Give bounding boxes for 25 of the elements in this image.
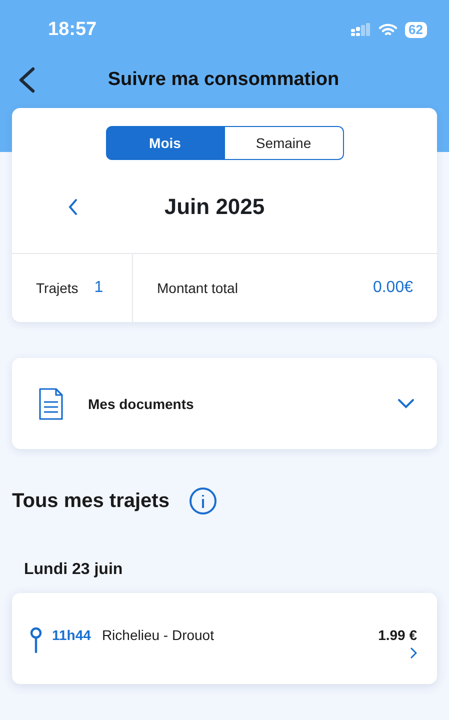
- page-title: Suivre ma consommation: [106, 69, 340, 91]
- trips-count: 1: [94, 279, 104, 297]
- total-amount: 0.00€: [372, 279, 413, 297]
- trip-price: 1.99 €: [378, 627, 417, 643]
- period-tab[interactable]: Semaine: [224, 126, 344, 160]
- previous-month-button[interactable]: [68, 198, 78, 216]
- month-label: Juin 2025: [163, 194, 266, 220]
- trip-time: 11h44: [52, 627, 91, 643]
- day-label: Lundi 23 juin: [24, 561, 124, 580]
- section-title: Tous mes trajets: [12, 490, 170, 512]
- period-tab[interactable]: Mois: [106, 126, 224, 160]
- status-time: 18:57: [48, 19, 97, 41]
- document-icon: [38, 388, 64, 420]
- trip-route: Richelieu - Drouot: [102, 627, 215, 643]
- total-label: Montant total: [157, 280, 238, 296]
- signal-icon: [350, 23, 371, 37]
- wifi-icon: [378, 23, 397, 37]
- location-pin-icon: [30, 627, 42, 653]
- battery-level: 62: [404, 22, 427, 38]
- documents-label[interactable]: Mes documents: [88, 396, 397, 412]
- info-icon[interactable]: [189, 487, 218, 515]
- trip-card[interactable]: 11h44 Richelieu - Drouot 1.99 €: [12, 593, 437, 684]
- chevron-right-icon: [410, 647, 417, 659]
- trips-label: Trajets: [36, 280, 78, 296]
- chevron-icon[interactable]: [397, 398, 415, 409]
